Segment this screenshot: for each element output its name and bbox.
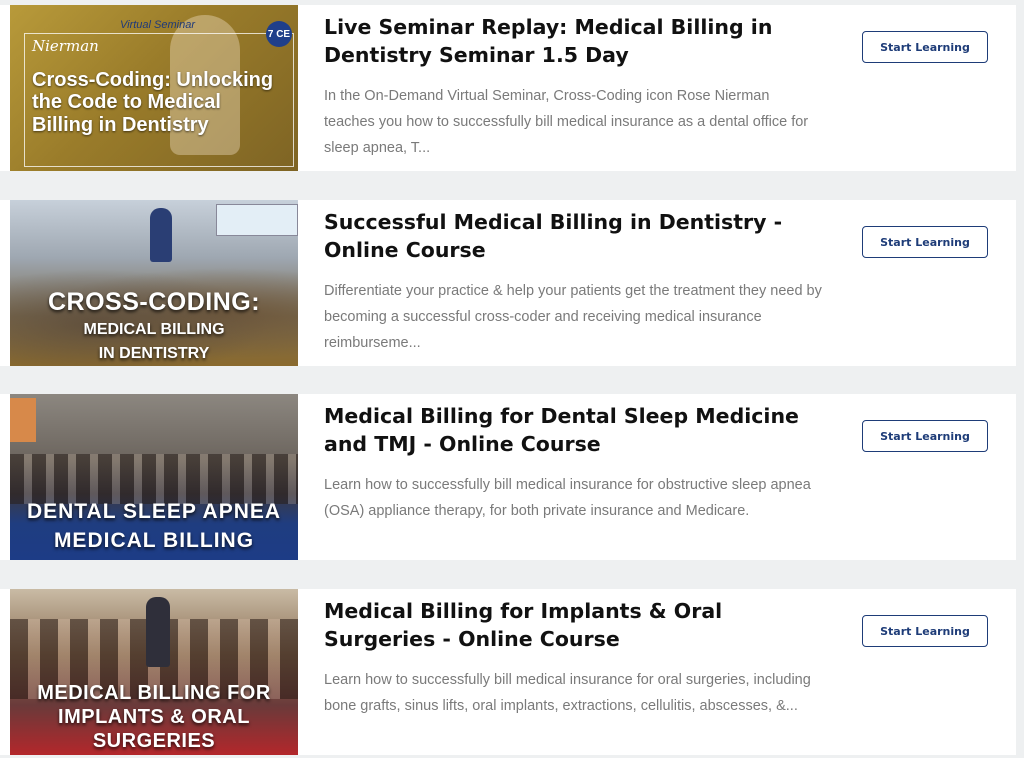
course-description: Differentiate your practice & help your … bbox=[324, 283, 822, 351]
course-card: Virtual Seminar 7 CE Nierman Cross-Codin… bbox=[0, 5, 1016, 171]
course-title[interactable]: Medical Billing for Dental Sleep Medicin… bbox=[324, 402, 804, 458]
course-title[interactable]: Successful Medical Billing in Dentistry … bbox=[324, 208, 804, 264]
thumbnail-title-line: SURGERIES bbox=[92, 730, 216, 752]
thumbnail-subtitle: MEDICAL BILLING IN DENTISTRY bbox=[10, 318, 298, 366]
start-learning-button[interactable]: Start Learning bbox=[862, 420, 988, 452]
thumbnail-title: DENTAL SLEEP APNEA MEDICAL BILLING bbox=[10, 497, 298, 555]
course-thumbnail[interactable]: Virtual Seminar 7 CE Nierman Cross-Codin… bbox=[10, 5, 298, 171]
thumbnail-subtitle-line: MEDICAL BILLING bbox=[83, 321, 225, 338]
thumbnail-title-line: IMPLANTS & ORAL bbox=[58, 706, 250, 728]
course-description: Learn how to successfully bill medical i… bbox=[324, 672, 811, 714]
thumbnail-subtitle-line: IN DENTISTRY bbox=[98, 345, 210, 362]
course-card: DENTAL SLEEP APNEA MEDICAL BILLING Medic… bbox=[0, 394, 1016, 560]
thumbnail-title: MEDICAL BILLING FOR IMPLANTS & ORAL SURG… bbox=[10, 681, 298, 753]
start-learning-button[interactable]: Start Learning bbox=[862, 226, 988, 258]
presenter-image bbox=[150, 208, 172, 262]
presenter-image bbox=[146, 597, 170, 667]
virtual-seminar-label: Virtual Seminar bbox=[120, 19, 195, 31]
thumbnail-title-line: MEDICAL BILLING bbox=[53, 529, 255, 552]
course-list: Virtual Seminar 7 CE Nierman Cross-Codin… bbox=[0, 0, 1024, 758]
start-learning-button[interactable]: Start Learning bbox=[862, 615, 988, 647]
course-thumbnail[interactable]: DENTAL SLEEP APNEA MEDICAL BILLING bbox=[10, 394, 298, 560]
projector-screen bbox=[216, 204, 298, 236]
course-title[interactable]: Live Seminar Replay: Medical Billing in … bbox=[324, 13, 804, 69]
course-description: In the On-Demand Virtual Seminar, Cross-… bbox=[324, 88, 809, 156]
course-card: MEDICAL BILLING FOR IMPLANTS & ORAL SURG… bbox=[0, 589, 1016, 755]
thumbnail-title-line: DENTAL SLEEP APNEA bbox=[26, 500, 282, 523]
thumbnail-title-line: MEDICAL BILLING FOR bbox=[37, 682, 271, 704]
start-learning-button[interactable]: Start Learning bbox=[862, 31, 988, 63]
course-description: Learn how to successfully bill medical i… bbox=[324, 477, 811, 519]
ce-credit-badge: 7 CE bbox=[266, 21, 292, 47]
course-thumbnail[interactable]: MEDICAL BILLING FOR IMPLANTS & ORAL SURG… bbox=[10, 589, 298, 755]
brand-logo: Nierman bbox=[32, 37, 99, 55]
thumbnail-title: CROSS-CODING: bbox=[47, 288, 261, 316]
course-card: CROSS-CODING: MEDICAL BILLING IN DENTIST… bbox=[0, 200, 1016, 366]
thumbnail-title: Cross-Coding: Unlocking the Code to Medi… bbox=[32, 69, 274, 136]
course-title[interactable]: Medical Billing for Implants & Oral Surg… bbox=[324, 597, 804, 653]
course-thumbnail[interactable]: CROSS-CODING: MEDICAL BILLING IN DENTIST… bbox=[10, 200, 298, 366]
window-image bbox=[10, 398, 36, 442]
